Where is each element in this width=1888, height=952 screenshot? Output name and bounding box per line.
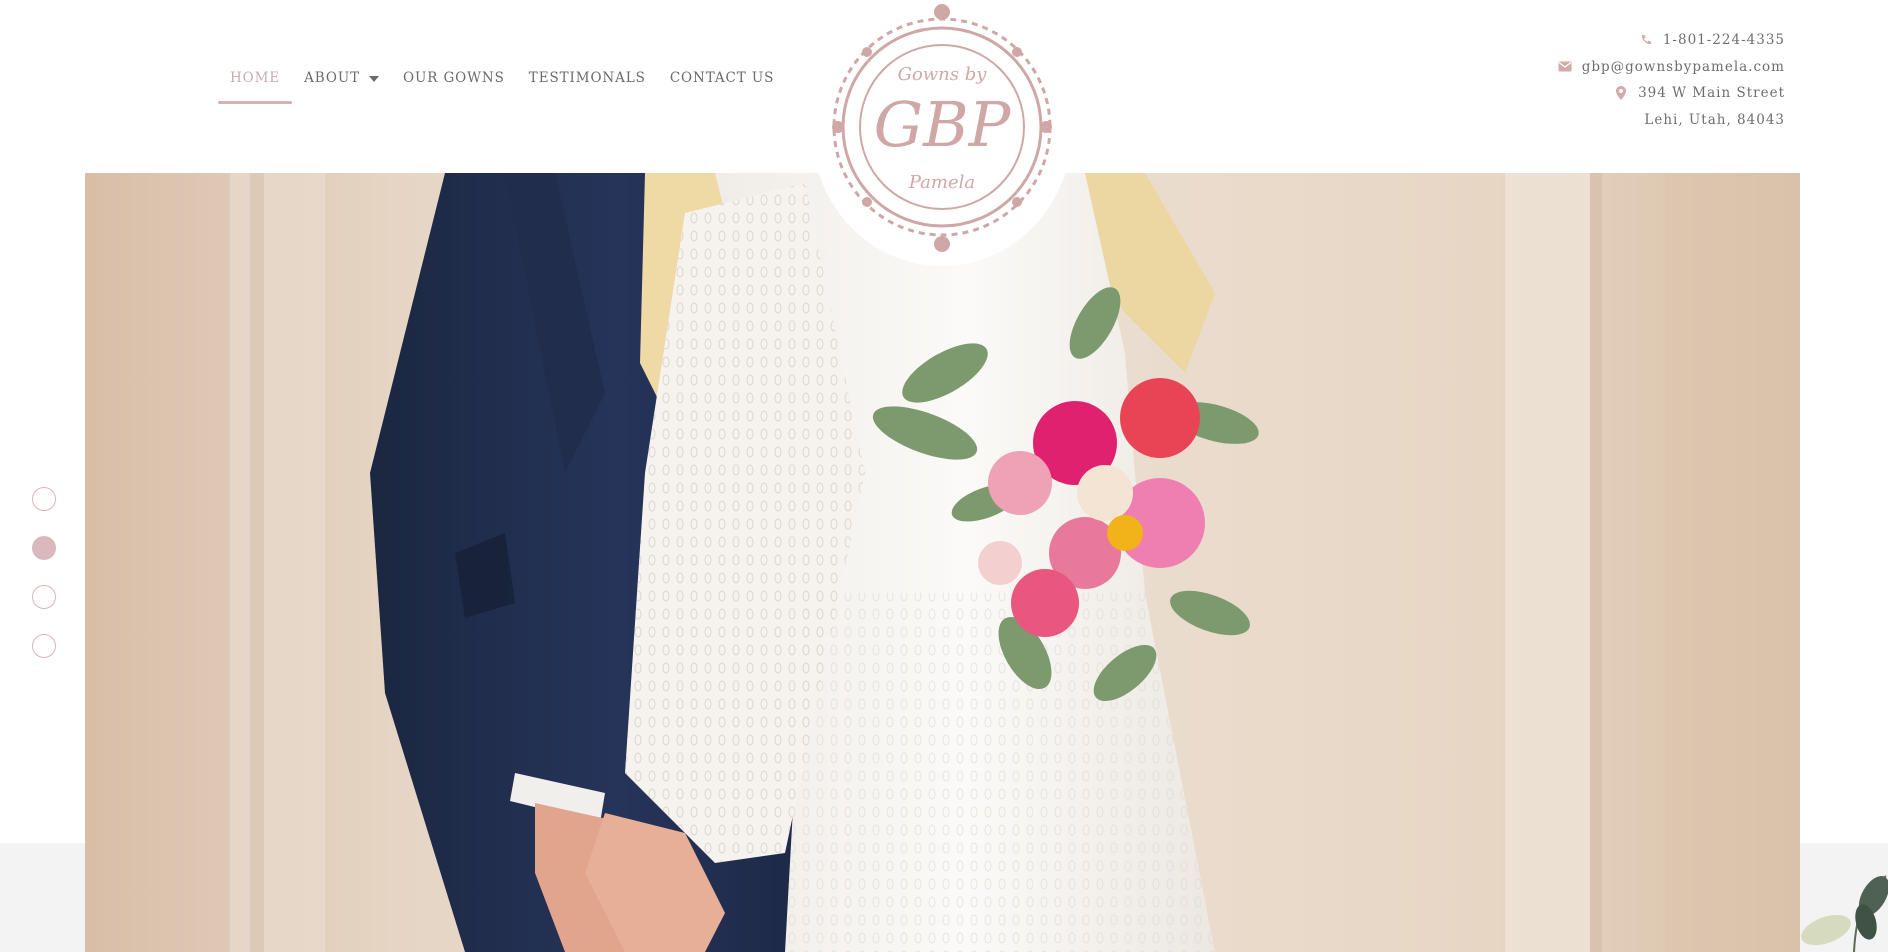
phone-number: 1-801-224-4335 [1662,32,1785,48]
contact-info: 1-801-224-4335 gbp@gownsbypamela.com 394… [1558,27,1785,133]
street-line[interactable]: 394 W Main Street [1558,80,1785,107]
nav-about-label: ABOUT [304,70,360,86]
logo-monogram: GBP [874,88,1012,161]
leaf-decoration [1796,866,1888,952]
slider-dot-1[interactable] [32,487,56,511]
nav-testimonals[interactable]: TESTIMONALS [517,62,658,102]
phone-icon [1639,33,1653,47]
nav-our-gowns-label: OUR GOWNS [403,70,505,86]
slider-dot-2[interactable] [32,536,56,560]
logo-bottom-text: Pamela [908,172,975,193]
main-nav: HOME ABOUT OUR GOWNS TESTIMONALS CONTACT… [218,62,786,104]
email-address: gbp@gownsbypamela.com [1581,58,1785,75]
caret-down-icon [369,76,379,82]
envelope-icon [1558,60,1572,74]
map-pin-icon [1614,86,1628,101]
slider-dot-4[interactable] [32,634,56,658]
nav-home-label: HOME [230,70,281,86]
nav-contact-us[interactable]: CONTACT US [658,62,786,102]
nav-about[interactable]: ABOUT [292,62,391,102]
nav-home[interactable]: HOME [218,62,293,104]
nav-testimonals-label: TESTIMONALS [528,70,646,86]
nav-contact-us-label: CONTACT US [669,70,775,86]
logo-top-text: Gowns by [898,64,988,85]
slider-dot-3[interactable] [32,585,56,609]
email-line[interactable]: gbp@gownsbypamela.com [1558,54,1785,81]
street-address: 394 W Main Street [1638,85,1785,101]
nav-our-gowns[interactable]: OUR GOWNS [391,62,517,102]
city-line: Lehi, Utah, 84043 [1558,107,1785,134]
city-address: Lehi, Utah, 84043 [1644,111,1785,128]
site-logo[interactable]: Gowns by GBP Pamela [812,0,1072,266]
hero-image [85,173,1800,952]
slider-dots [32,487,56,683]
phone-line[interactable]: 1-801-224-4335 [1558,27,1785,54]
